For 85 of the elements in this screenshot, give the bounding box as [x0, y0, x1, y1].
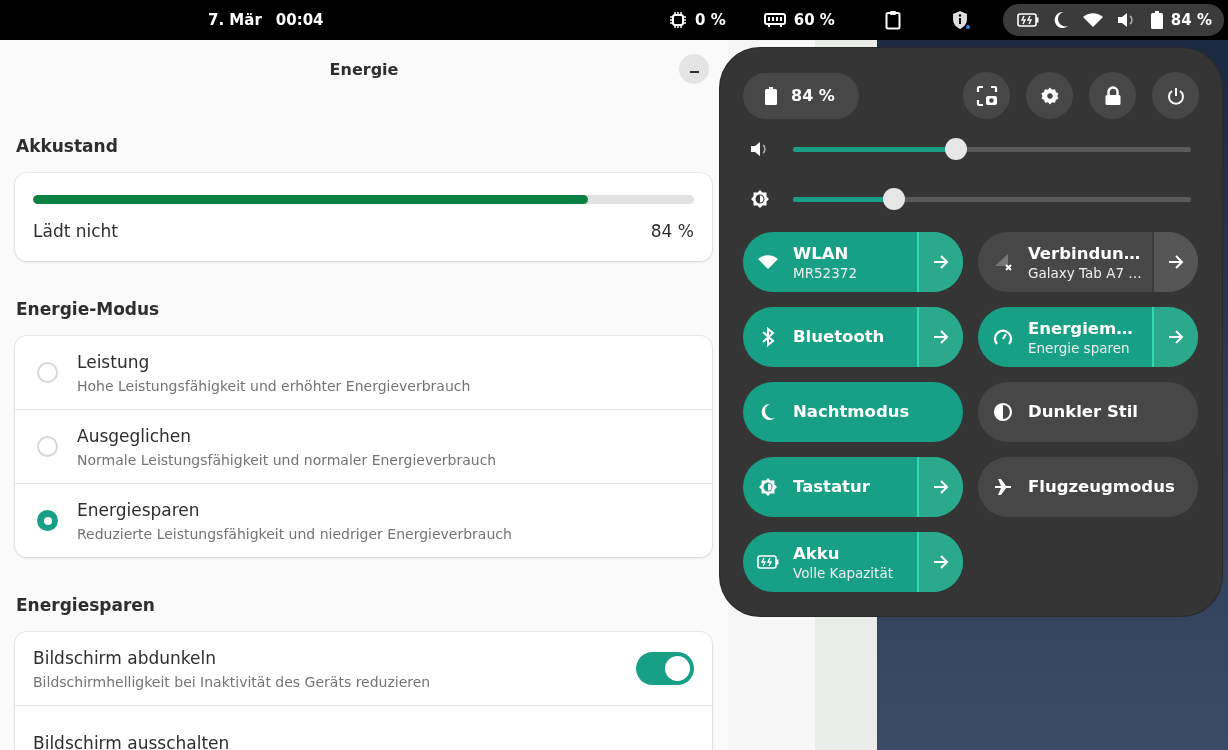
bluetooth-icon [761, 327, 775, 347]
chip-icon [669, 11, 687, 29]
option-description: Normale Leistungsfähigkeit und normaler Energieverbrauch [77, 451, 497, 468]
power-mode-option[interactable]: Ausgeglichen Normale Leistungsfähigkeit und normaler Energieverbrauch [15, 409, 712, 483]
radio-button[interactable] [37, 510, 58, 531]
toggle-subtitle: Energie sparen [1028, 339, 1131, 356]
toggle-title: Bluetooth [793, 326, 885, 348]
battery-icon [1150, 11, 1163, 29]
arrow-right-icon [933, 479, 949, 495]
clock[interactable]: 7. Mär 00:04 [208, 11, 324, 29]
setting-title: Bildschirm ausschalten [33, 732, 230, 750]
battery-percentage: 84 % [1170, 11, 1212, 29]
half-circle-icon [993, 402, 1013, 422]
battery-status[interactable]: 84 % [743, 72, 859, 119]
slider-handle[interactable] [945, 138, 968, 160]
settings-button[interactable] [1026, 72, 1073, 119]
expand-menu-button[interactable] [1152, 232, 1198, 292]
option-description: Hohe Leistungsfähigkeit und erhöhter Energieverbrauch [77, 377, 471, 394]
option-description: Reduzierte Leistungsfähigkeit und niedriger Energieverbrauch [77, 525, 512, 542]
memory-icon [763, 12, 786, 28]
brightness-slider[interactable] [793, 188, 1191, 210]
battery-percentage: 84 % [650, 221, 694, 241]
quick-toggle[interactable]: Verbindun… Galaxy Tab A7 … [978, 232, 1198, 292]
signal-icon [993, 253, 1013, 271]
battery-icon [765, 86, 777, 105]
quick-toggle[interactable]: Flugzeugmodus [978, 457, 1198, 517]
toggle-title: Nachtmodus [793, 401, 910, 423]
system-status-menu[interactable]: 84 % [1002, 4, 1224, 36]
section-heading: Energiesparen [16, 595, 156, 615]
battery-icon [757, 555, 779, 569]
toggle-title: Flugzeugmodus [1028, 476, 1175, 498]
moon-icon [760, 403, 776, 421]
volume-slider[interactable] [793, 138, 1191, 160]
section-heading: Energie-Modus [16, 299, 161, 319]
expand-menu-button[interactable] [917, 532, 963, 592]
expand-menu-button[interactable] [917, 457, 963, 517]
expand-menu-button[interactable] [917, 232, 963, 292]
toggle-switch[interactable] [636, 652, 694, 685]
arrow-right-icon [933, 554, 949, 570]
toggle-title: Dunkler Stil [1028, 401, 1138, 423]
window-title: Energie [329, 59, 399, 79]
arrow-right-icon [933, 329, 949, 345]
slider-handle[interactable] [883, 188, 906, 210]
wifi-icon [1082, 12, 1103, 28]
toggle-subtitle: Volle Kapazität [793, 564, 893, 581]
toggle-subtitle: MR52372 [793, 264, 857, 281]
power-button[interactable] [1152, 72, 1199, 119]
power-icon [1166, 86, 1185, 105]
power-mode-option[interactable]: Leistung Hohe Leistungsfähigkeit und erhöhter Energieverbrauch [15, 336, 712, 409]
expand-menu-button[interactable] [1152, 307, 1198, 367]
shield-icon[interactable] [950, 10, 971, 30]
arrow-right-icon [1168, 254, 1184, 270]
toggle-title: Verbindun… [1028, 243, 1142, 263]
padlock-icon [1103, 85, 1122, 106]
settings-icon [1039, 85, 1060, 106]
moon-icon [1052, 11, 1069, 29]
brightness-icon [750, 189, 770, 209]
cpu-usage: 0 % [695, 11, 726, 29]
wifi-icon [758, 254, 778, 270]
option-title: Leistung [77, 351, 151, 372]
toggle-title: Akku [793, 543, 841, 563]
memory-usage: 60 % [793, 11, 835, 29]
toggle-subtitle: Galaxy Tab A7 … [1028, 264, 1142, 281]
screenshot-icon [975, 84, 998, 107]
option-title: Energiesparen [77, 499, 201, 520]
clipboard-icon[interactable] [884, 10, 901, 30]
arrow-right-icon [1168, 329, 1184, 345]
quick-toggle[interactable]: Dunkler Stil [978, 382, 1198, 442]
option-title: Ausgeglichen [77, 425, 193, 446]
lock-button[interactable] [1089, 72, 1136, 119]
battery-charging-icon [1016, 13, 1039, 27]
charging-status: Lädt nicht [33, 221, 119, 241]
sun-icon [758, 477, 778, 497]
screenshot-button[interactable] [963, 72, 1010, 119]
setting-title: Bildschirm abdunkeln [33, 647, 217, 668]
expand-menu-button[interactable] [917, 307, 963, 367]
power-mode-option[interactable]: Energiesparen Reduzierte Leistungsfähigkeit und niedriger Energieverbrauch [15, 483, 712, 557]
setting-description: Bildschirmhelligkeit bei Inaktivität des Geräts reduzieren [33, 673, 431, 690]
section-heading: Akkustand [16, 136, 119, 156]
arrow-right-icon [933, 254, 949, 270]
gauge-icon [993, 328, 1013, 346]
toggle-title: Tastatur [793, 476, 870, 498]
airplane-icon [993, 477, 1013, 497]
toggle-title: Energiem… [1028, 318, 1133, 338]
toggle-title: WLAN [793, 243, 850, 263]
